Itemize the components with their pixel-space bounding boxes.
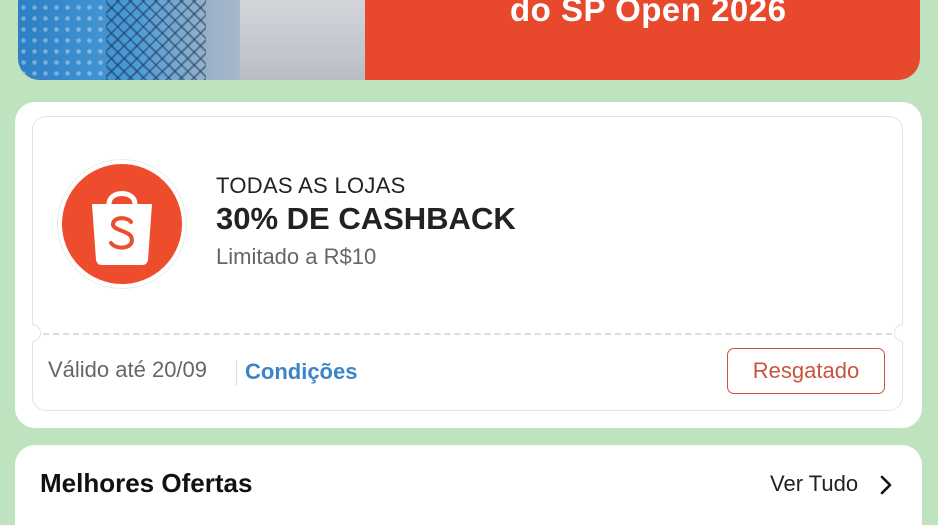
chevron-right-icon[interactable] [879,474,893,496]
voucher-divider [33,333,902,335]
divider [236,360,237,386]
voucher-store-label: TODAS AS LOJAS [216,173,406,198]
voucher-validity: Válido até 20/09 [48,357,208,382]
voucher-section: TODAS AS LOJAS 30% DE CASHBACK Limitado … [15,102,922,428]
see-all-link[interactable]: Ver Tudo [770,471,858,497]
voucher-notch-right [894,324,903,342]
promo-banner[interactable]: do SP Open 2026 [18,0,920,80]
tennis-racket-image [106,0,206,80]
redeemed-button[interactable]: Resgatado [727,348,885,394]
shopee-logo [58,160,186,288]
voucher-card[interactable]: TODAS AS LOJAS 30% DE CASHBACK Limitado … [32,116,903,411]
conditions-link[interactable]: Condições [245,359,357,385]
section-title: Melhores Ofertas [40,468,253,498]
banner-pattern [18,0,108,80]
voucher-limit: Limitado a R$10 [216,244,377,269]
voucher-notch-left [32,324,41,342]
banner-title: do SP Open 2026 [510,0,787,28]
best-offers-section: Melhores Ofertas Ver Tudo [15,445,922,525]
shopee-bag-icon [92,191,152,265]
banner-player-image [240,0,365,80]
voucher-title: 30% DE CASHBACK [216,201,516,236]
